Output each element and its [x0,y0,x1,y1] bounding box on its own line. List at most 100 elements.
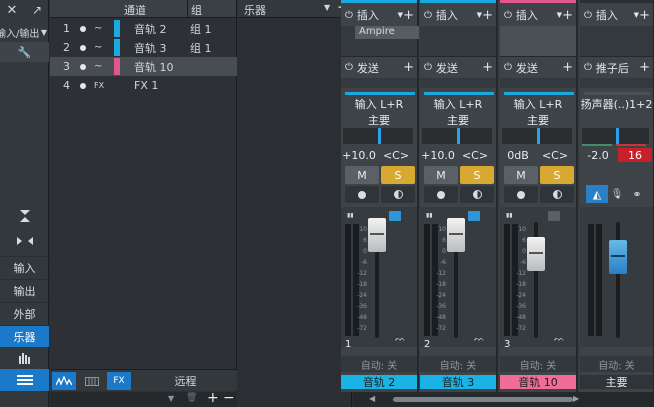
insert-slot[interactable]: ⏻ 插入 ▼ + [420,4,496,26]
nav-input[interactable]: 输入 [0,256,49,278]
remove-icon[interactable]: − [223,390,235,406]
automation-mode[interactable]: 自动: 关 [341,356,417,372]
nav-instruments[interactable]: 乐器 [0,325,49,347]
add-insert-icon[interactable]: + [639,8,650,23]
header-group[interactable]: 组 [191,2,202,18]
pan-slider[interactable] [422,128,492,144]
add-icon[interactable]: + [207,390,219,406]
channel-name[interactable]: 音轨 2 [341,375,417,389]
send-slot[interactable]: ⏻ 发送 + [341,56,417,78]
chevron-down-icon[interactable]: ▼ [324,3,330,12]
record-button[interactable] [345,186,379,203]
close-icon[interactable]: ✕ [0,0,24,20]
input-routing[interactable]: 输入 L+R [341,96,417,112]
add-send-icon[interactable]: + [482,60,493,75]
mixer-scrollbar[interactable]: ◀ ▶ [353,392,654,407]
pan-readout[interactable]: <C> [538,148,572,162]
volume-fader[interactable] [527,237,545,271]
power-icon[interactable]: ⏻ [584,10,592,21]
mute-button[interactable]: M [345,166,379,184]
waveform-view-button[interactable] [52,372,76,390]
channel-name[interactable]: 音轨 3 [420,375,496,389]
solo-button[interactable]: S [540,166,574,184]
pan-readout[interactable]: <C> [379,148,413,162]
send-slot[interactable]: ⏻ 推子后 + [580,56,653,78]
power-icon[interactable]: ⏻ [345,62,353,73]
edit-icon[interactable] [548,211,560,221]
send-slot[interactable]: ⏻ 发送 + [500,56,576,78]
list-item[interactable]: 4 FX FX 1 [50,76,237,95]
record-dot-icon[interactable] [80,63,86,70]
add-send-icon[interactable]: + [562,60,573,75]
mute-button[interactable]: M [504,166,538,184]
link-icon[interactable]: ⚭ [626,185,648,203]
pan-slider[interactable] [582,128,649,144]
list-item[interactable]: 3 ~ 音轨 10 [50,57,237,76]
volume-readout[interactable]: -2.0 [582,148,614,162]
chevron-down-icon[interactable]: ▼ [168,394,174,403]
output-routing[interactable] [580,112,653,127]
power-icon[interactable]: ⏻ [424,62,432,73]
fx-button[interactable]: FX [107,372,131,390]
mic-icon[interactable]: 🎙 [610,185,624,203]
volume-readout[interactable]: 0dB [502,148,534,162]
add-send-icon[interactable]: + [639,60,650,75]
menu-button[interactable] [0,369,49,391]
power-icon[interactable]: ⏻ [584,62,592,73]
record-button[interactable] [424,186,458,203]
volume-fader[interactable] [368,218,386,252]
insert-slot[interactable]: ⏻ 插入 ▼ + [341,4,417,26]
insert-slot[interactable]: ⏻ 插入 ▼ + [580,4,653,26]
monitor-button[interactable] [460,186,494,203]
collapse-horizontal-icon[interactable] [0,231,49,251]
power-icon[interactable]: ⏻ [345,10,353,21]
pan-readout[interactable]: <C> [458,148,492,162]
automation-mode[interactable]: 自动: 关 [580,356,653,372]
nav-external[interactable]: 外部 [0,302,49,324]
expand-icon[interactable]: ↗ [25,0,49,20]
power-icon[interactable]: ⏻ [424,10,432,21]
add-send-icon[interactable]: + [403,60,414,75]
output-routing[interactable]: 主要 [420,112,496,127]
monitor-button[interactable] [540,186,574,203]
channel-name[interactable]: 音轨 10 [500,375,576,389]
speaker-button[interactable]: ◭ [586,185,608,203]
wrench-button[interactable]: 🔧 [0,42,49,62]
input-routing[interactable]: 输入 L+R [500,96,576,112]
automation-mode[interactable]: 自动: 关 [420,356,496,372]
io-dropdown[interactable]: 输入/输出 ▼ [0,22,49,42]
collapse-vertical-icon[interactable] [0,206,49,226]
output-routing[interactable]: 主要 [341,112,417,127]
keyboard-button[interactable] [80,372,104,390]
insert-item[interactable]: Ampire [355,26,419,39]
record-dot-icon[interactable] [80,25,86,32]
volume-fader[interactable] [609,240,627,274]
add-insert-icon[interactable]: + [403,8,414,23]
scrollbar-thumb[interactable] [393,397,573,402]
input-routing[interactable]: 输入 L+R [420,96,496,112]
peak-readout[interactable]: 16 [618,148,652,162]
add-insert-icon[interactable]: + [562,8,573,23]
list-item[interactable]: 2 ~ 音轨 3 组 1 [50,38,237,57]
mute-button[interactable]: M [424,166,458,184]
header-channel[interactable]: 通道 [124,2,146,18]
add-insert-icon[interactable]: + [482,8,493,23]
pan-slider[interactable] [343,128,413,144]
volume-fader[interactable] [447,218,465,252]
list-item[interactable]: 1 ~ 音轨 2 组 1 [50,19,237,38]
pan-slider[interactable] [502,128,572,144]
monitor-button[interactable] [381,186,415,203]
automation-mode[interactable]: 自动: 关 [500,356,576,372]
scroll-right-icon[interactable]: ▶ [573,394,579,403]
power-icon[interactable]: ⏻ [504,62,512,73]
edit-icon[interactable] [389,211,401,221]
edit-icon[interactable] [468,211,480,221]
output-routing[interactable]: 主要 [500,112,576,127]
nav-output[interactable]: 输出 [0,279,49,301]
volume-readout[interactable]: +10.0 [342,148,376,162]
input-routing[interactable]: 扬声器(..)1+2 [580,96,653,112]
solo-button[interactable]: S [381,166,415,184]
remote-button[interactable]: 远程 [134,372,237,390]
record-button[interactable] [504,186,538,203]
record-dot-icon[interactable] [80,44,86,51]
